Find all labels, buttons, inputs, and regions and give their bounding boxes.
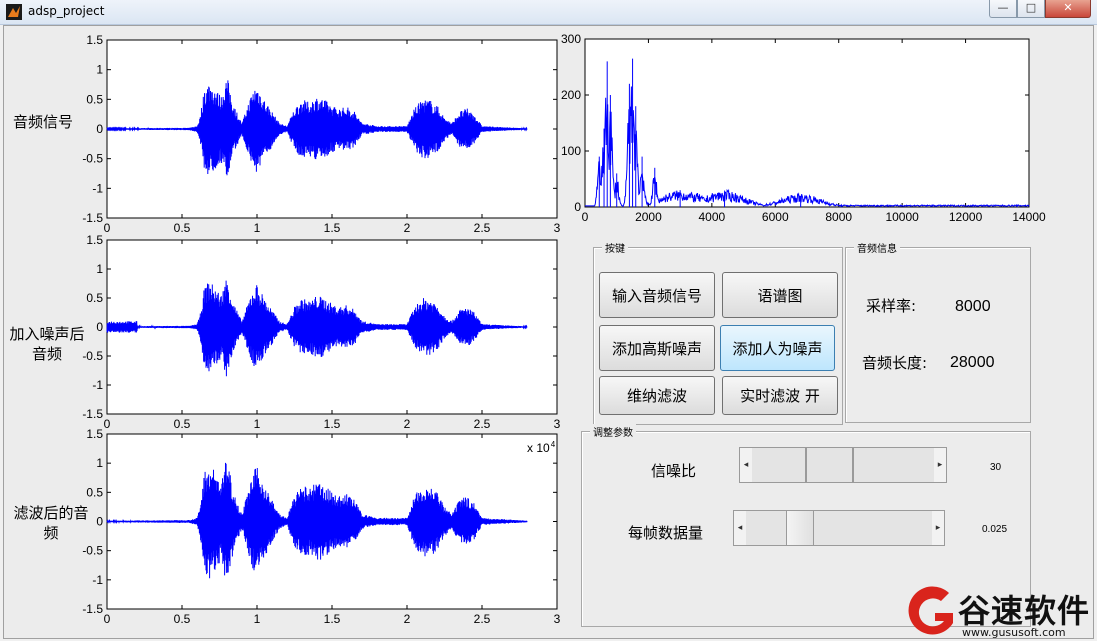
x-exponent-base: x 10: [527, 441, 550, 455]
y-tick-label-waveform-noisy: 0.5: [86, 291, 103, 305]
x-tick-label-waveform-filtered: 1: [254, 612, 261, 626]
y-tick-label-waveform-noisy: 1.5: [86, 233, 103, 247]
snr-value: 30: [990, 462, 1002, 473]
buttons-panel-title: 按键: [602, 240, 628, 255]
watermark-url: www.gususoft.com: [962, 626, 1066, 639]
noisy-signal-label-line1: 加入噪声后: [9, 325, 85, 343]
y-tick-label-waveform-original: 1: [96, 63, 103, 77]
x-tick-label-waveform-noisy: 0: [104, 417, 111, 431]
y-tick-label-waveform-filtered: 0: [96, 515, 103, 529]
x-tick-label-spectrum: 0: [582, 210, 589, 224]
y-tick-label-spectrum: 0: [574, 200, 581, 214]
y-tick-label-waveform-filtered: 0.5: [86, 485, 103, 499]
add-artificial-noise-button[interactable]: 添加人为噪声: [720, 325, 835, 371]
x-tick-label-waveform-filtered: 2: [404, 612, 411, 626]
y-tick-label-waveform-noisy: -1: [92, 378, 103, 392]
x-tick-label-spectrum: 8000: [825, 210, 852, 224]
noisy-signal-label: 加入噪声后 音频: [4, 324, 90, 364]
y-tick-label-spectrum: 300: [561, 32, 581, 46]
x-tick-label-waveform-noisy: 1.5: [324, 417, 341, 431]
audio-info-panel-title: 音频信息: [854, 240, 900, 255]
x-tick-label-spectrum: 6000: [762, 210, 789, 224]
frame-size-slider[interactable]: ◂ ▸: [733, 510, 945, 546]
y-tick-label-waveform-filtered: -0.5: [82, 544, 103, 558]
gususoft-logo: [908, 586, 953, 635]
filtered-signal-label-line2: 频: [43, 524, 59, 542]
audio-length-value: 28000: [950, 354, 995, 371]
sample-rate-label: 采样率:: [866, 297, 917, 315]
add-gaussian-noise-button[interactable]: 添加高斯噪声: [599, 325, 715, 371]
x-tick-label-spectrum: 2000: [635, 210, 662, 224]
frame-slider-thumb[interactable]: [785, 511, 814, 545]
x-tick-label-waveform-noisy: 2.5: [474, 417, 491, 431]
x-tick-label-waveform-original: 1: [254, 221, 261, 235]
y-tick-label-spectrum: 100: [561, 144, 581, 158]
snr-slider-left-arrow[interactable]: ◂: [740, 448, 752, 482]
snr-slider[interactable]: ◂ ▸: [739, 447, 947, 483]
realtime-filter-toggle[interactable]: 实时滤波 开: [722, 376, 838, 415]
x-tick-label-waveform-filtered: 1.5: [324, 612, 341, 626]
filtered-signal-label: 滤波后的音 频: [6, 503, 96, 543]
snr-slider-right-arrow[interactable]: ▸: [934, 448, 946, 482]
x-tick-label-waveform-original: 0.5: [174, 221, 191, 235]
y-tick-label-waveform-original: -0.5: [82, 152, 103, 166]
x-tick-label-waveform-noisy: 3: [554, 417, 561, 431]
x-tick-label-waveform-filtered: 0.5: [174, 612, 191, 626]
y-tick-label-waveform-noisy: 1: [96, 262, 103, 276]
y-tick-label-spectrum: 200: [561, 88, 581, 102]
y-tick-label-waveform-original: 0.5: [86, 92, 103, 106]
x-tick-label-waveform-original: 2: [404, 221, 411, 235]
frame-size-value: 0.025: [982, 524, 1008, 535]
x-tick-label-waveform-noisy: 1: [254, 417, 261, 431]
spectrogram-button[interactable]: 语谱图: [722, 272, 838, 318]
x-exponent-label: x 104: [527, 440, 555, 455]
input-audio-button[interactable]: 输入音频信号: [599, 272, 715, 318]
audio-length-label: 音频长度:: [862, 354, 928, 372]
audio-info-panel: 音频信息: [845, 240, 1031, 423]
x-tick-label-spectrum: 4000: [699, 210, 726, 224]
filtered-signal-label-line1: 滤波后的音: [13, 504, 89, 522]
wiener-filter-button[interactable]: 维纳滤波: [599, 376, 715, 415]
noisy-signal-label-line2: 音频: [31, 345, 62, 363]
axes-frame-spectrum: [584, 38, 1030, 208]
snr-slider-track-divider: [852, 448, 855, 482]
sample-rate-value: 8000: [955, 298, 991, 315]
y-tick-label-waveform-filtered: -1.5: [82, 602, 103, 616]
x-tick-label-waveform-noisy: 2: [404, 417, 411, 431]
params-panel-title: 调整参数: [590, 424, 636, 439]
x-tick-label-spectrum: 12000: [949, 210, 983, 224]
x-tick-label-waveform-filtered: 2.5: [474, 612, 491, 626]
y-tick-label-waveform-filtered: 1: [96, 456, 103, 470]
frame-slider-right-arrow[interactable]: ▸: [932, 511, 944, 545]
y-tick-label-waveform-original: -1: [92, 181, 103, 195]
y-tick-label-waveform-noisy: -1.5: [82, 407, 103, 421]
x-exponent-power: 4: [550, 440, 556, 449]
x-tick-label-spectrum: 10000: [885, 210, 919, 224]
x-tick-label-waveform-original: 3: [554, 221, 561, 235]
snr-label: 信噪比: [651, 462, 697, 480]
y-tick-label-waveform-noisy: 0: [96, 320, 103, 334]
y-tick-label-waveform-original: 1.5: [86, 33, 103, 47]
x-tick-label-waveform-original: 0: [104, 221, 111, 235]
y-tick-label-waveform-filtered: -1: [92, 573, 103, 587]
x-tick-label-waveform-original: 1.5: [324, 221, 341, 235]
x-tick-label-waveform-filtered: 3: [554, 612, 561, 626]
x-tick-label-waveform-filtered: 0: [104, 612, 111, 626]
original-signal-label: 音频信号: [12, 113, 73, 131]
frame-size-label: 每帧数据量: [628, 524, 704, 542]
y-tick-label-waveform-original: 0: [96, 122, 103, 136]
y-tick-label-waveform-original: -1.5: [82, 211, 103, 225]
snr-slider-thumb[interactable]: [805, 448, 808, 482]
x-tick-label-waveform-original: 2.5: [474, 221, 491, 235]
y-tick-label-waveform-filtered: 1.5: [86, 427, 103, 441]
x-tick-label-spectrum: 14000: [1012, 210, 1046, 224]
x-tick-label-waveform-noisy: 0.5: [174, 417, 191, 431]
frame-slider-left-arrow[interactable]: ◂: [734, 511, 746, 545]
